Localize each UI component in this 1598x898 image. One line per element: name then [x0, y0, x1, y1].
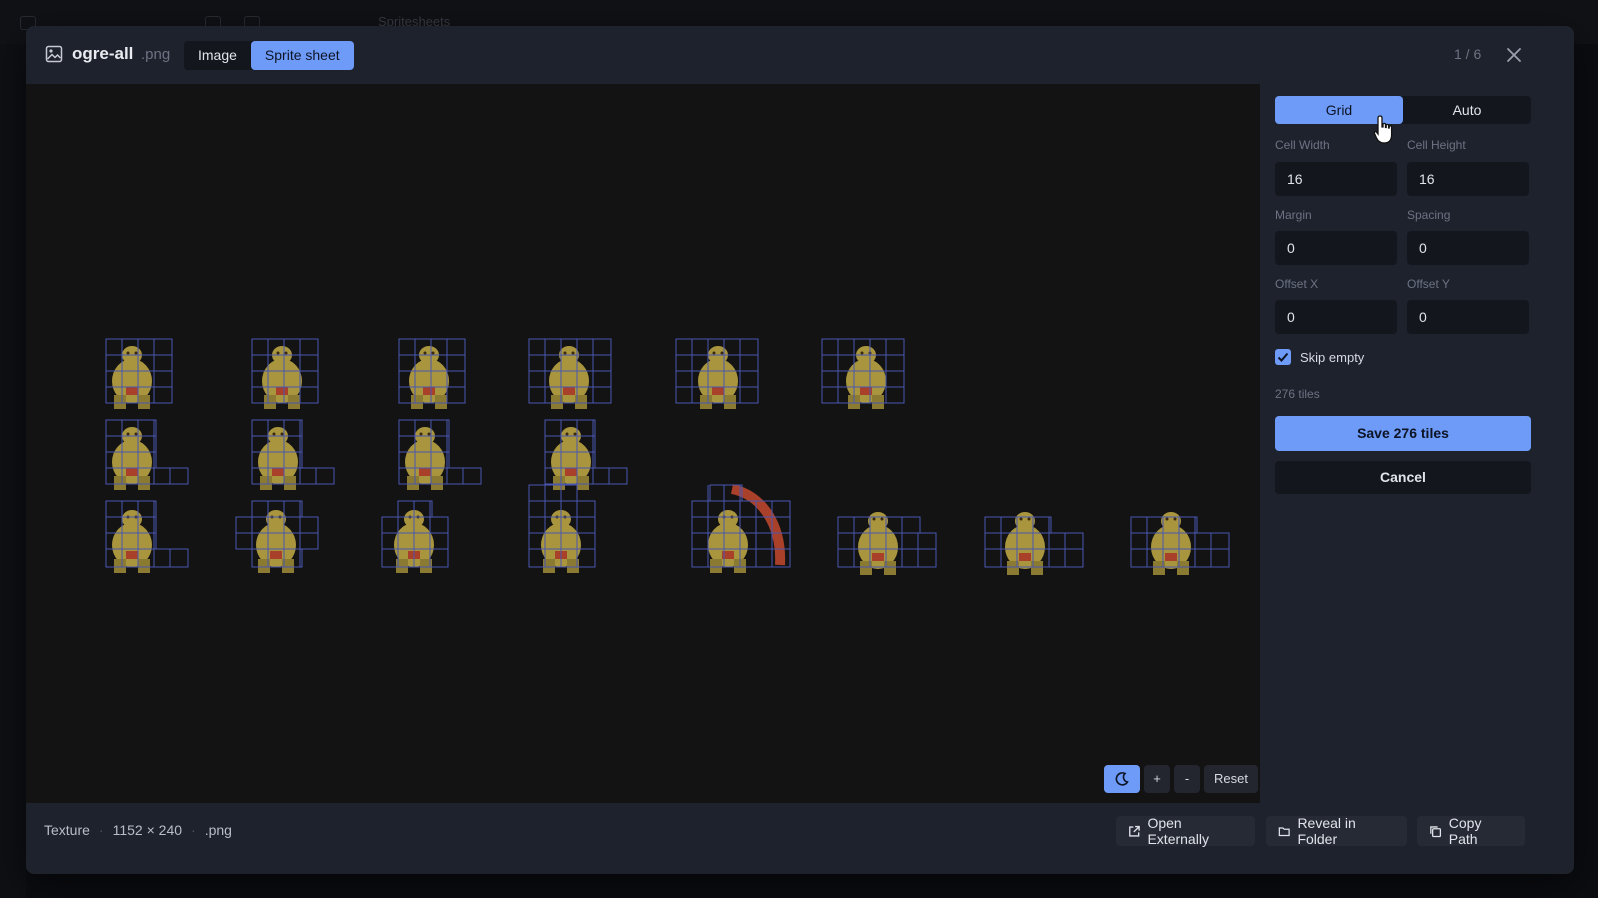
copy-path-button[interactable]: Copy Path	[1417, 815, 1525, 847]
copy-icon	[1430, 825, 1442, 837]
tab-sprite-sheet[interactable]: Sprite sheet	[250, 41, 354, 70]
asset-type: Texture	[44, 822, 90, 838]
external-link-icon	[1129, 825, 1140, 837]
slicing-settings-panel: Grid Auto Cell Width Cell Height Margin …	[1260, 84, 1574, 803]
hand-cursor-icon	[1373, 115, 1393, 144]
dialog-header: ogre-all .png Image Sprite sheet 1 / 6	[26, 26, 1574, 84]
close-icon[interactable]	[1504, 45, 1524, 65]
view-mode-tabs: Image Sprite sheet	[184, 41, 354, 70]
file-format: .png	[204, 822, 232, 838]
skip-empty-label: Skip empty	[1300, 349, 1365, 365]
cell-width-input[interactable]	[1275, 162, 1397, 196]
mode-auto-button[interactable]: Auto	[1403, 96, 1531, 124]
zoom-reset-button[interactable]: Reset	[1204, 765, 1258, 793]
dark-background-toggle[interactable]	[1104, 765, 1140, 793]
dialog-footer: Texture · 1152 × 240 · .png Open Externa…	[26, 803, 1574, 874]
spacing-label: Spacing	[1407, 208, 1451, 222]
skip-empty-checkbox[interactable]: Skip empty	[1275, 349, 1364, 365]
file-name: ogre-all	[72, 44, 134, 63]
offset-x-input[interactable]	[1275, 300, 1397, 334]
file-extension: .png	[141, 46, 171, 63]
sprite-canvas[interactable]: + - Reset	[26, 84, 1260, 803]
save-tiles-button[interactable]: Save 276 tiles	[1275, 416, 1531, 451]
reveal-in-folder-button[interactable]: Reveal in Folder	[1266, 815, 1407, 847]
zoom-out-button[interactable]: -	[1174, 765, 1200, 793]
offset-x-label: Offset X	[1275, 277, 1319, 291]
folder-icon	[1278, 826, 1290, 836]
file-metadata: Texture · 1152 × 240 · .png	[44, 822, 232, 838]
moon-icon	[1115, 772, 1129, 786]
spacing-input[interactable]	[1407, 231, 1529, 265]
tab-image[interactable]: Image	[184, 41, 251, 70]
reveal-in-folder-label: Reveal in Folder	[1297, 815, 1356, 847]
cell-height-label: Cell Height	[1407, 138, 1466, 152]
image-file-icon	[45, 45, 63, 63]
open-externally-button[interactable]: Open Externally	[1116, 815, 1255, 847]
cell-height-input[interactable]	[1407, 162, 1529, 196]
offset-y-input[interactable]	[1407, 300, 1529, 334]
image-dimensions: 1152 × 240	[112, 822, 183, 838]
margin-label: Margin	[1275, 208, 1312, 222]
checkmark-icon	[1277, 352, 1289, 362]
meta-separator: ·	[191, 822, 196, 838]
sprite-sheet-dialog: ogre-all .png Image Sprite sheet 1 / 6 +…	[26, 26, 1574, 874]
open-externally-label: Open Externally	[1147, 815, 1209, 847]
cancel-button[interactable]: Cancel	[1275, 461, 1531, 494]
copy-path-label: Copy Path	[1448, 815, 1482, 847]
background-sidebar	[0, 44, 26, 898]
image-counter: 1 / 6	[1454, 46, 1482, 62]
offset-y-label: Offset Y	[1407, 277, 1450, 291]
zoom-controls: + - Reset	[1104, 765, 1258, 793]
margin-input[interactable]	[1275, 231, 1397, 265]
slice-mode-toggle: Grid Auto	[1275, 96, 1531, 124]
cell-width-label: Cell Width	[1275, 138, 1330, 152]
tile-count: 276 tiles	[1275, 387, 1320, 401]
sprite-sheet-preview	[105, 338, 1230, 575]
checkbox-checked-icon	[1275, 349, 1291, 365]
zoom-in-button[interactable]: +	[1144, 765, 1170, 793]
meta-separator: ·	[98, 822, 104, 838]
